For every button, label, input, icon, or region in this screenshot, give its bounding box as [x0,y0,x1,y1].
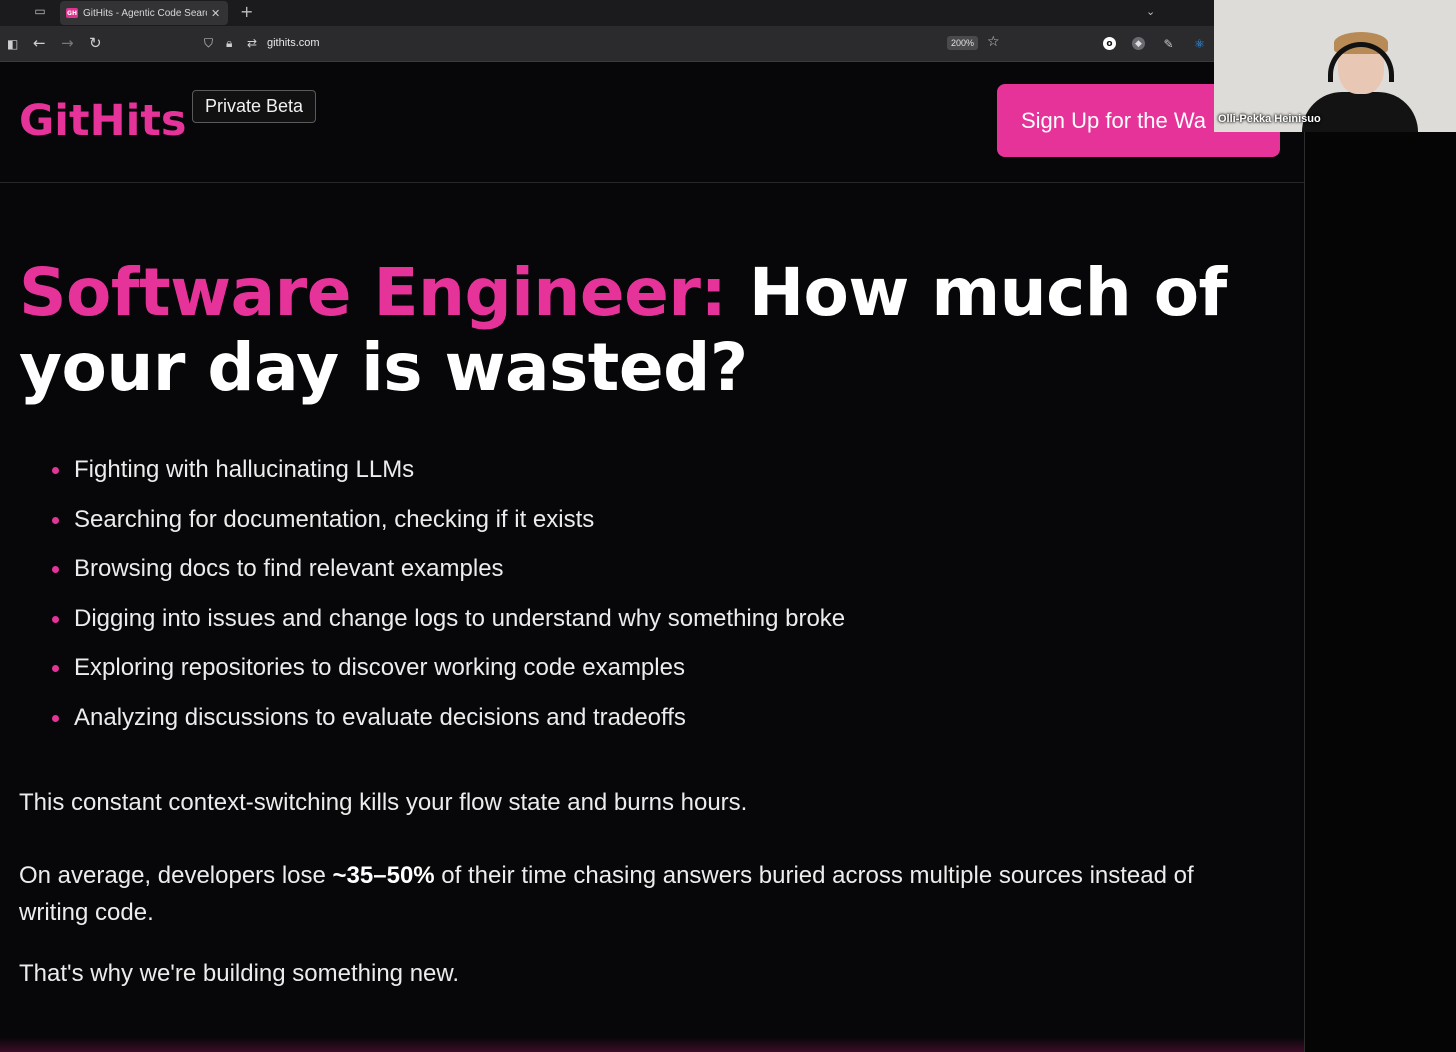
list-item-text: Analyzing discussions to evaluate decisi… [74,703,686,731]
permissions-icon[interactable]: ⇄ [247,36,257,50]
list-item-text: Browsing docs to find relevant examples [74,555,504,583]
bullet-dot [52,714,59,722]
browser-tab-bar: ▭ GH GitHits - Agentic Code Search f ✕ +… [0,0,1214,26]
list-item: Browsing docs to find relevant examples [52,547,845,597]
address-bar[interactable]: ⛉ 🔒︎ ⇄ githits.com 200% ☆ [198,32,1018,56]
bullet-dot [52,615,59,623]
close-tab-icon[interactable]: ✕ [211,7,220,20]
list-item: Searching for documentation, checking if… [52,498,845,548]
time-lost-paragraph: On average, developers lose ~35–50% of t… [19,857,1239,931]
bullet-dot [52,467,59,474]
tab-title: GitHits - Agentic Code Search f [83,7,207,19]
list-item-text: Exploring repositories to discover worki… [74,654,685,682]
hero-headline: Software Engineer: How much of your day … [19,255,1289,405]
list-item-text: Fighting with hallucinating LLMs [74,456,415,483]
time-lost-percentage: ~35–50% [332,862,435,889]
context-switching-paragraph: This constant context-switching kills yo… [19,789,748,816]
lock-icon[interactable]: 🔒︎ [226,36,232,51]
list-item: Digging into issues and change logs to u… [52,597,845,647]
star-icon[interactable]: ☆ [987,34,1000,50]
dark-side-panel [1304,132,1456,1052]
web-page: GitHits Private Beta Sign Up for the Wa … [0,62,1304,1052]
headline-accent: Software Engineer: [19,254,727,331]
extension-o-icon[interactable]: o [1103,37,1116,50]
extension-shield-icon[interactable]: ◆ [1132,37,1145,50]
pain-points-list: Fighting with hallucinating LLMs Searchi… [52,448,845,746]
list-item: Fighting with hallucinating LLMs [52,448,845,498]
list-item: Exploring repositories to discover worki… [52,646,845,696]
pen-icon[interactable]: ✎ [1162,37,1175,51]
browser-tab-active[interactable]: GH GitHits - Agentic Code Search f ✕ [60,1,228,25]
react-devtools-icon[interactable]: ⚛ [1193,37,1206,51]
shield-icon[interactable]: ⛉ [204,36,213,51]
list-item-text: Searching for documentation, checking if… [74,505,595,533]
new-tab-icon[interactable]: + [240,3,253,21]
section-glow [0,1037,1304,1052]
zoom-badge[interactable]: 200% [947,36,979,50]
url-text[interactable]: githits.com [267,37,320,49]
sidebar-toggle-icon[interactable]: ◧ [7,36,18,52]
building-new-paragraph: That's why we're building something new. [19,960,460,987]
site-logo[interactable]: GitHits [19,96,186,146]
bullet-dot [52,566,59,574]
list-item: Analyzing discussions to evaluate decisi… [52,696,845,746]
list-item-text: Digging into issues and change logs to u… [74,604,846,632]
bullet-dot [52,665,59,673]
participant-name: Olli-Pekka Heinisuo [1218,113,1321,125]
browser-nav-bar: ◧ ← → ↻ ⛉ 🔒︎ ⇄ githits.com 200% ☆ o ◆ ✎ … [0,26,1214,62]
participant-body [1302,92,1418,132]
time-lost-text-start: On average, developers lose [19,862,333,889]
chevron-down-icon[interactable]: ⌄ [1146,5,1155,18]
favicon-icon: GH [66,8,78,18]
tab-list-icon[interactable]: ▭ [33,5,47,18]
site-header: GitHits Private Beta Sign Up for the Wa [0,62,1304,183]
video-call-tile[interactable]: Olli-Pekka Heinisuo [1214,0,1456,132]
reload-icon[interactable]: ↻ [89,35,102,51]
forward-arrow-icon[interactable]: → [61,35,74,51]
private-beta-badge: Private Beta [192,90,317,123]
back-arrow-icon[interactable]: ← [33,35,46,51]
bullet-dot [52,516,59,524]
